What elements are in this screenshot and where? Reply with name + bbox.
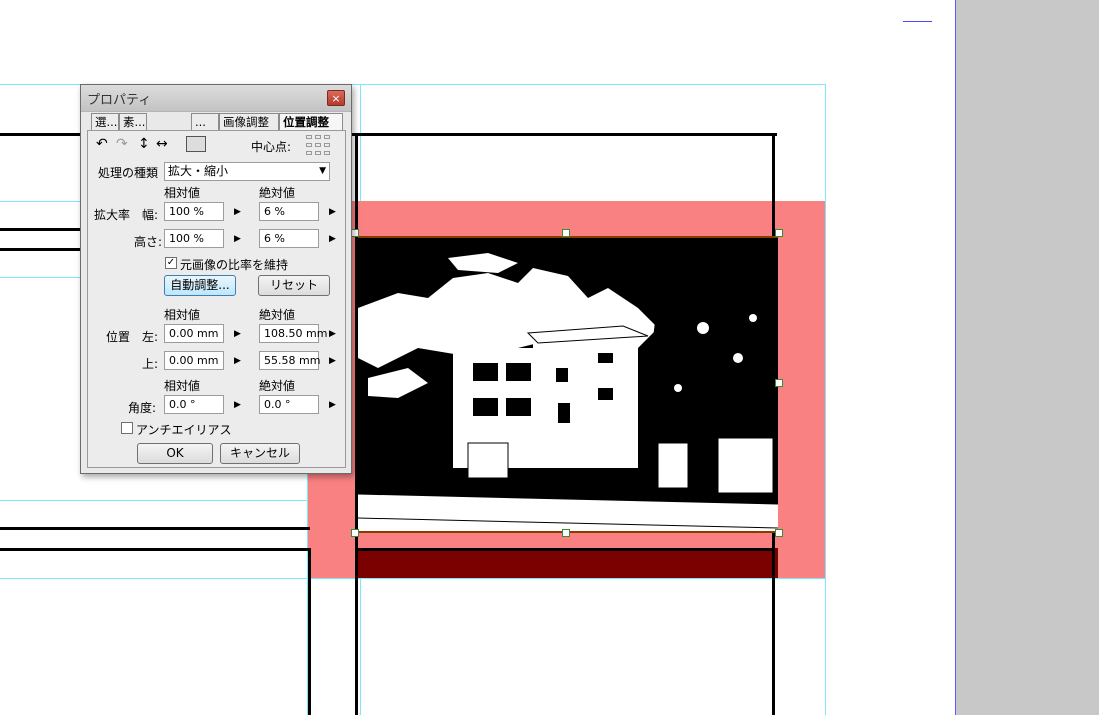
guide-line [0, 578, 825, 579]
scale-height-relative-input[interactable]: 100 % [164, 229, 224, 248]
arrow-right-icon[interactable]: ▶ [234, 356, 241, 366]
absolute-header: 絶対値 [259, 379, 296, 393]
arrow-right-icon[interactable]: ▶ [329, 356, 336, 366]
scale-height-absolute-input[interactable]: 6 % [259, 229, 319, 248]
top-label: 上: [142, 357, 159, 371]
resize-handle-e[interactable] [775, 379, 783, 387]
center-point-grid[interactable] [306, 135, 334, 159]
position-label: 位置 [106, 330, 131, 344]
resize-handle-nw[interactable] [351, 229, 359, 237]
arrow-right-icon[interactable]: ▶ [329, 329, 336, 339]
rotate-right-icon[interactable]: ↷ [116, 137, 128, 151]
position-top-relative-input[interactable]: 0.00 mm [164, 351, 224, 370]
tab-select[interactable]: 選... [91, 113, 119, 130]
arrow-right-icon[interactable]: ▶ [329, 207, 336, 217]
arrow-right-icon[interactable]: ▶ [329, 234, 336, 244]
antialias-checkbox[interactable] [121, 422, 133, 434]
relative-header: 相対値 [164, 308, 201, 322]
absolute-header: 絶対値 [259, 186, 296, 200]
close-button[interactable]: × [327, 90, 345, 106]
angle-relative-input[interactable]: 0.0 ° [164, 395, 224, 414]
angle-absolute-input[interactable]: 0.0 ° [259, 395, 319, 414]
panel-frame [308, 548, 311, 715]
process-type-label: 処理の種類 [98, 166, 159, 180]
left-label: 左: [142, 330, 159, 344]
tab-position-adjust[interactable]: 位置調整 [279, 113, 343, 131]
arrow-right-icon[interactable]: ▶ [234, 234, 241, 244]
tab-material[interactable]: 素... [119, 113, 147, 130]
rotate-left-icon[interactable]: ↶ [96, 137, 108, 151]
absolute-header: 絶対値 [259, 308, 296, 322]
keep-ratio-checkbox[interactable]: ✓ [165, 257, 177, 269]
corner-marker [903, 21, 932, 22]
resize-handle-ne[interactable] [775, 229, 783, 237]
fit-frame-icon[interactable] [186, 136, 206, 152]
relative-header: 相対値 [164, 186, 201, 200]
keep-ratio-label: 元画像の比率を維持 [180, 258, 289, 272]
angle-label: 角度: [128, 401, 157, 415]
position-left-relative-input[interactable]: 0.00 mm [164, 324, 224, 343]
chevron-down-icon: ▼ [319, 166, 326, 176]
resize-handle-se[interactable] [775, 529, 783, 537]
tab-other[interactable]: ... [191, 113, 219, 130]
bleed-dark-strip [358, 548, 778, 578]
process-type-value: 拡大・縮小 [168, 164, 229, 178]
width-label: 幅: [142, 208, 159, 222]
panel-frame [0, 527, 310, 530]
tab-panel: ↶ ↷ ↕ ↔ 中心点: 処理の種類 拡大・縮小 ▼ 相対値 絶対値 拡大率 幅… [87, 130, 346, 468]
arrow-right-icon[interactable]: ▶ [234, 400, 241, 410]
relative-header: 相対値 [164, 379, 201, 393]
properties-dialog: プロパティ × 選... 素... ... 画像調整 位置調整 ↶ ↷ ↕ ↔ … [80, 84, 352, 474]
reset-button[interactable]: リセット [258, 275, 330, 296]
antialias-label: アンチエイリアス [136, 423, 232, 437]
flip-horizontal-icon[interactable]: ↔ [156, 137, 168, 151]
scale-width-absolute-input[interactable]: 6 % [259, 202, 319, 221]
scale-label: 拡大率 [94, 208, 131, 222]
ok-button[interactable]: OK [137, 443, 213, 464]
panel-frame [355, 548, 775, 551]
arrow-right-icon[interactable]: ▶ [329, 400, 336, 410]
position-left-absolute-input[interactable]: 108.50 mm [259, 324, 327, 343]
arrow-right-icon[interactable]: ▶ [234, 207, 241, 217]
tab-image-adjust[interactable]: 画像調整 [219, 113, 279, 130]
auto-adjust-button[interactable]: 自動調整... [164, 275, 236, 296]
side-panel [955, 0, 1099, 715]
school-image-art [358, 238, 778, 531]
flip-vertical-icon[interactable]: ↕ [138, 137, 150, 151]
guide-line [825, 84, 826, 715]
dialog-titlebar[interactable]: プロパティ × [81, 85, 351, 112]
dialog-title: プロパティ [87, 93, 152, 108]
cancel-button[interactable]: キャンセル [220, 443, 300, 464]
center-point-label: 中心点: [251, 140, 292, 154]
process-type-select[interactable]: 拡大・縮小 ▼ [164, 162, 330, 181]
school-building-image[interactable] [358, 236, 778, 533]
resize-handle-s[interactable] [562, 529, 570, 537]
arrow-right-icon[interactable]: ▶ [234, 329, 241, 339]
resize-handle-sw[interactable] [351, 529, 359, 537]
scale-width-relative-input[interactable]: 100 % [164, 202, 224, 221]
panel-frame [0, 548, 310, 551]
height-label: 高さ: [134, 235, 163, 249]
position-top-absolute-input[interactable]: 55.58 mm [259, 351, 320, 370]
resize-handle-n[interactable] [562, 229, 570, 237]
tab-bar: 選... 素... ... 画像調整 位置調整 [91, 113, 343, 131]
